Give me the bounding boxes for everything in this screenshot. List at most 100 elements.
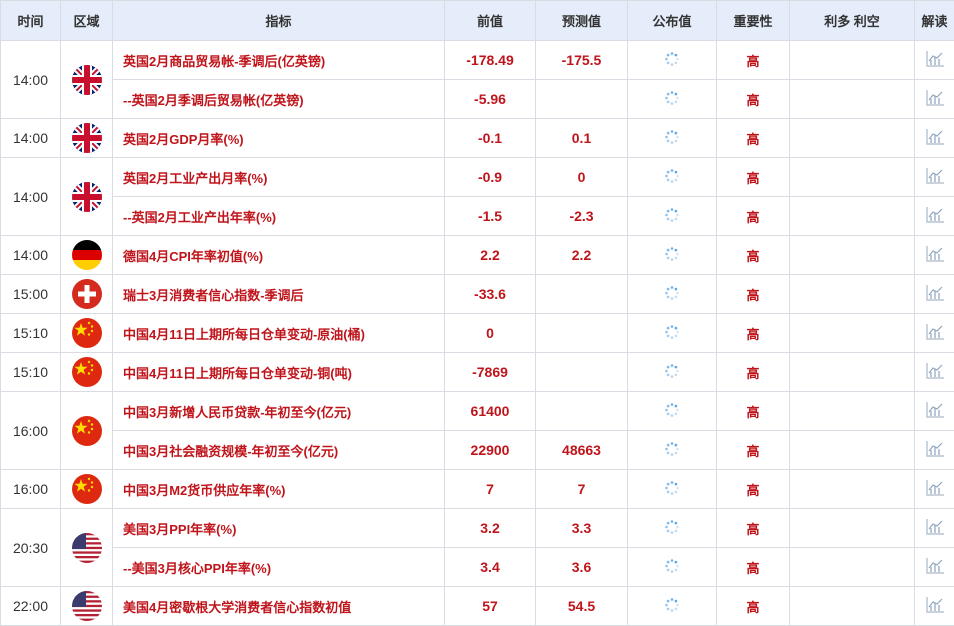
indicator-name-link[interactable]: 英国2月工业产出月率(%) [113, 158, 445, 197]
loading-spinner-icon [664, 519, 680, 538]
loading-spinner-icon [664, 168, 680, 187]
table-row: 14:00德国4月CPI年率初值(%)2.22.2高 [1, 236, 954, 275]
impact-cell [790, 353, 915, 392]
loading-spinner-icon [664, 597, 680, 616]
actual-value-cell [628, 314, 717, 353]
analysis-chart-icon[interactable] [925, 167, 945, 188]
previous-value: 2.2 [445, 236, 536, 275]
loading-spinner-icon [664, 441, 680, 460]
usa-flag-icon [72, 591, 102, 621]
indicator-name-link[interactable]: --英国2月季调后贸易帐(亿英镑) [113, 80, 445, 119]
importance-value: 高 [717, 548, 790, 587]
event-time: 14:00 [1, 41, 61, 119]
table-body: 14:00英国2月商品贸易帐-季调后(亿英镑)-178.49-175.5高--英… [1, 41, 954, 626]
event-time: 16:00 [1, 470, 61, 509]
region-cell [61, 392, 113, 470]
indicator-name-link[interactable]: 英国2月商品贸易帐-季调后(亿英镑) [113, 41, 445, 80]
header-forecast: 预测值 [536, 1, 628, 41]
importance-value: 高 [717, 470, 790, 509]
forecast-value: 48663 [536, 431, 628, 470]
forecast-value: 0 [536, 158, 628, 197]
analysis-chart-icon[interactable] [925, 518, 945, 539]
germany-flag-icon [72, 240, 102, 270]
analysis-chart-icon[interactable] [925, 362, 945, 383]
impact-cell [790, 119, 915, 158]
loading-spinner-icon [664, 363, 680, 382]
table-header: 时间 区域 指标 前值 预测值 公布值 重要性 利多 利空 解读 [1, 1, 954, 41]
analysis-cell [915, 509, 954, 548]
table-row: 22:00美国4月密歇根大学消费者信心指数初值5754.5高 [1, 587, 954, 626]
analysis-chart-icon[interactable] [925, 596, 945, 617]
actual-value-cell [628, 587, 717, 626]
header-previous: 前值 [445, 1, 536, 41]
indicator-name-link[interactable]: 美国4月密歇根大学消费者信心指数初值 [113, 587, 445, 626]
indicator-name-link[interactable]: --英国2月工业产出年率(%) [113, 197, 445, 236]
forecast-value: 3.3 [536, 509, 628, 548]
china-flag-icon [72, 416, 102, 446]
impact-cell [790, 392, 915, 431]
table-row: 15:10中国4月11日上期所每日仓单变动-铜(吨)-7869高 [1, 353, 954, 392]
region-cell [61, 119, 113, 158]
analysis-cell [915, 314, 954, 353]
impact-cell [790, 236, 915, 275]
region-cell [61, 236, 113, 275]
analysis-chart-icon[interactable] [925, 557, 945, 578]
forecast-value [536, 275, 628, 314]
analysis-chart-icon[interactable] [925, 245, 945, 266]
forecast-value [536, 314, 628, 353]
indicator-name-link[interactable]: 英国2月GDP月率(%) [113, 119, 445, 158]
previous-value: -1.5 [445, 197, 536, 236]
analysis-chart-icon[interactable] [925, 323, 945, 344]
actual-value-cell [628, 470, 717, 509]
header-impact: 利多 利空 [790, 1, 915, 41]
loading-spinner-icon [664, 90, 680, 109]
indicator-name-link[interactable]: 中国3月新增人民币贷款-年初至今(亿元) [113, 392, 445, 431]
impact-cell [790, 548, 915, 587]
indicator-name-link[interactable]: 中国3月M2货币供应年率(%) [113, 470, 445, 509]
analysis-cell [915, 236, 954, 275]
indicator-name-link[interactable]: --美国3月核心PPI年率(%) [113, 548, 445, 587]
analysis-chart-icon[interactable] [925, 89, 945, 110]
previous-value: 3.4 [445, 548, 536, 587]
previous-value: -7869 [445, 353, 536, 392]
previous-value: 7 [445, 470, 536, 509]
impact-cell [790, 80, 915, 119]
indicator-name-link[interactable]: 中国3月社会融资规模-年初至今(亿元) [113, 431, 445, 470]
analysis-chart-icon[interactable] [925, 50, 945, 71]
analysis-chart-icon[interactable] [925, 479, 945, 500]
table-row: 20:30美国3月PPI年率(%)3.23.3高 [1, 509, 954, 548]
forecast-value [536, 353, 628, 392]
loading-spinner-icon [664, 207, 680, 226]
indicator-name-link[interactable]: 中国4月11日上期所每日仓单变动-铜(吨) [113, 353, 445, 392]
impact-cell [790, 197, 915, 236]
forecast-value: 2.2 [536, 236, 628, 275]
indicator-name-link[interactable]: 瑞士3月消费者信心指数-季调后 [113, 275, 445, 314]
region-cell [61, 509, 113, 587]
table-row: 14:00英国2月工业产出月率(%)-0.90高 [1, 158, 954, 197]
actual-value-cell [628, 392, 717, 431]
actual-value-cell [628, 41, 717, 80]
indicator-name-link[interactable]: 美国3月PPI年率(%) [113, 509, 445, 548]
analysis-chart-icon[interactable] [925, 401, 945, 422]
actual-value-cell [628, 80, 717, 119]
header-actual: 公布值 [628, 1, 717, 41]
indicator-name-link[interactable]: 中国4月11日上期所每日仓单变动-原油(桶) [113, 314, 445, 353]
analysis-cell [915, 197, 954, 236]
analysis-chart-icon[interactable] [925, 128, 945, 149]
forecast-value [536, 392, 628, 431]
loading-spinner-icon [664, 285, 680, 304]
importance-value: 高 [717, 509, 790, 548]
analysis-chart-icon[interactable] [925, 284, 945, 305]
importance-value: 高 [717, 587, 790, 626]
analysis-chart-icon[interactable] [925, 206, 945, 227]
analysis-cell [915, 119, 954, 158]
importance-value: 高 [717, 392, 790, 431]
actual-value-cell [628, 548, 717, 587]
previous-value: 22900 [445, 431, 536, 470]
analysis-chart-icon[interactable] [925, 440, 945, 461]
actual-value-cell [628, 353, 717, 392]
indicator-name-link[interactable]: 德国4月CPI年率初值(%) [113, 236, 445, 275]
previous-value: -0.1 [445, 119, 536, 158]
importance-value: 高 [717, 236, 790, 275]
header-analysis: 解读 [915, 1, 954, 41]
